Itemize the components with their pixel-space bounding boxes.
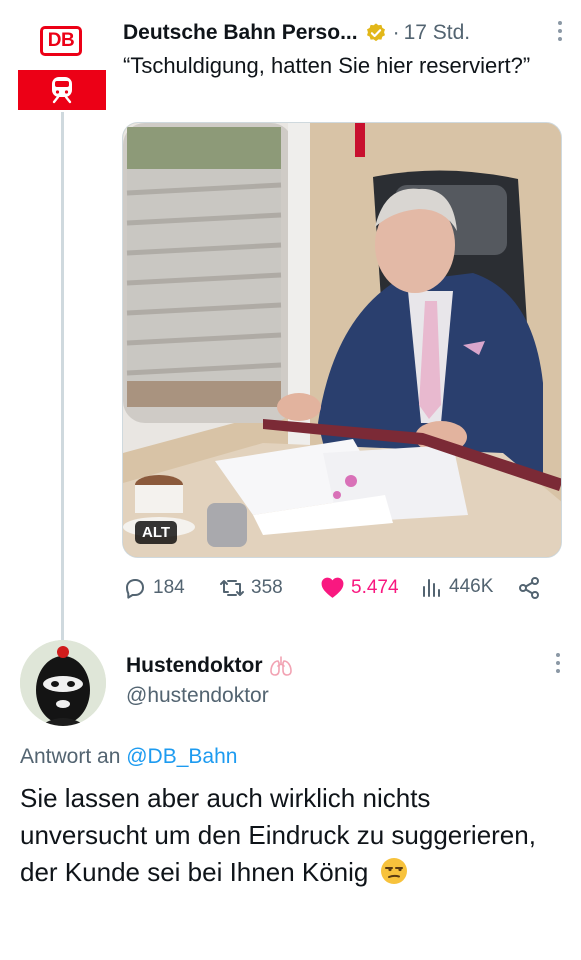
alt-text-badge[interactable]: ALT	[135, 521, 178, 544]
verified-badge-icon[interactable]	[365, 22, 387, 44]
reply-more-options-icon[interactable]	[555, 652, 561, 680]
retweet-count: 358	[251, 577, 283, 598]
replying-to-line: Antwort an @DB_Bahn	[20, 745, 237, 769]
thread-line	[61, 112, 64, 640]
lungs-emoji-icon	[269, 655, 293, 677]
balaclava-avatar-illustration	[20, 640, 106, 726]
reply-icon	[126, 579, 144, 599]
reply-author-name[interactable]: Hustendoktor	[126, 654, 263, 678]
reply-text-body: Sie lassen aber auch wirklich nichts unv…	[20, 783, 536, 887]
tweet-header: Deutsche Bahn Perso... · 17 Std.	[123, 18, 563, 48]
like-button[interactable]: 5.474	[320, 576, 399, 599]
replying-to-prefix: Antwort an	[20, 745, 121, 768]
tweet-text: “Tschuldigung, hatten Sie hier reservier…	[123, 53, 531, 78]
reply-count: 184	[153, 577, 185, 598]
tweet-time[interactable]: 17 Std.	[404, 21, 471, 45]
db-logo: DB	[40, 26, 82, 56]
like-count: 5.474	[351, 576, 399, 598]
share-button[interactable]	[517, 576, 541, 600]
tweet-actions: 184 358 5.474 446K	[123, 574, 543, 606]
views-count: 446K	[449, 576, 494, 597]
replying-to-mention-link[interactable]: @DB_Bahn	[126, 745, 237, 768]
views-bar-chart-icon	[423, 579, 440, 597]
reply-author-handle[interactable]: @hustendoktor	[126, 684, 269, 708]
retweet-button[interactable]: 358	[219, 576, 283, 600]
heart-icon	[321, 577, 344, 598]
reply-text: Sie lassen aber auch wirklich nichts unv…	[20, 780, 560, 895]
author-name[interactable]: Deutsche Bahn Perso...	[123, 21, 358, 45]
author-avatar[interactable]: DB	[18, 22, 106, 110]
tweet-photo[interactable]: ALT	[122, 122, 562, 558]
train-icon-banner	[18, 70, 106, 110]
dot-separator: ·	[392, 21, 400, 44]
share-icon	[519, 577, 539, 599]
reply-header: Hustendoktor	[126, 654, 293, 678]
more-options-icon[interactable]	[557, 20, 563, 48]
views-button[interactable]: 446K	[421, 576, 493, 598]
reply-button[interactable]: 184	[123, 576, 185, 600]
retweet-icon	[220, 580, 244, 596]
unamused-face-emoji-icon	[380, 857, 408, 895]
reply-author-avatar[interactable]	[20, 640, 106, 726]
train-icon	[52, 77, 72, 104]
photo-illustration	[123, 123, 561, 557]
